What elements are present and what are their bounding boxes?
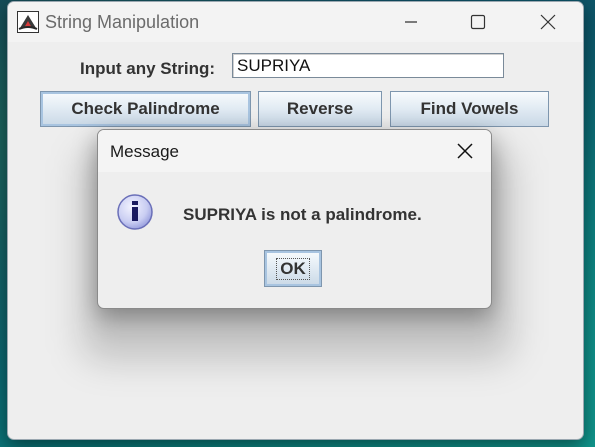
ok-button[interactable]: OK <box>264 250 322 287</box>
find-vowels-label: Find Vowels <box>420 99 519 118</box>
dialog-close-button[interactable] <box>445 136 485 166</box>
check-palindrome-button[interactable]: Check Palindrome <box>40 91 251 127</box>
info-icon <box>117 194 153 230</box>
reverse-label: Reverse <box>286 99 354 118</box>
title-bar[interactable]: String Manipulation <box>8 2 583 42</box>
close-icon <box>457 143 473 159</box>
maximize-button[interactable] <box>455 2 501 42</box>
dialog-title: Message <box>110 142 179 161</box>
dialog-message: SUPRIYA is not a palindrome. <box>183 205 422 224</box>
ok-label: OK <box>276 257 310 280</box>
close-button[interactable] <box>525 2 571 42</box>
string-input[interactable]: SUPRIYA <box>232 53 504 78</box>
minimize-icon <box>405 21 417 23</box>
window-title: String Manipulation <box>45 12 200 32</box>
close-icon <box>540 14 556 30</box>
message-dialog: Message SUPRIYA is not a palindrome. OK <box>97 129 492 309</box>
java-app-icon <box>17 11 39 33</box>
input-label: Input any String: <box>80 59 216 78</box>
reverse-button[interactable]: Reverse <box>258 91 382 127</box>
check-palindrome-label: Check Palindrome <box>71 99 220 118</box>
maximize-icon <box>470 14 486 30</box>
find-vowels-button[interactable]: Find Vowels <box>390 91 549 127</box>
dialog-title-bar[interactable]: Message <box>98 130 491 172</box>
minimize-button[interactable] <box>388 2 434 42</box>
